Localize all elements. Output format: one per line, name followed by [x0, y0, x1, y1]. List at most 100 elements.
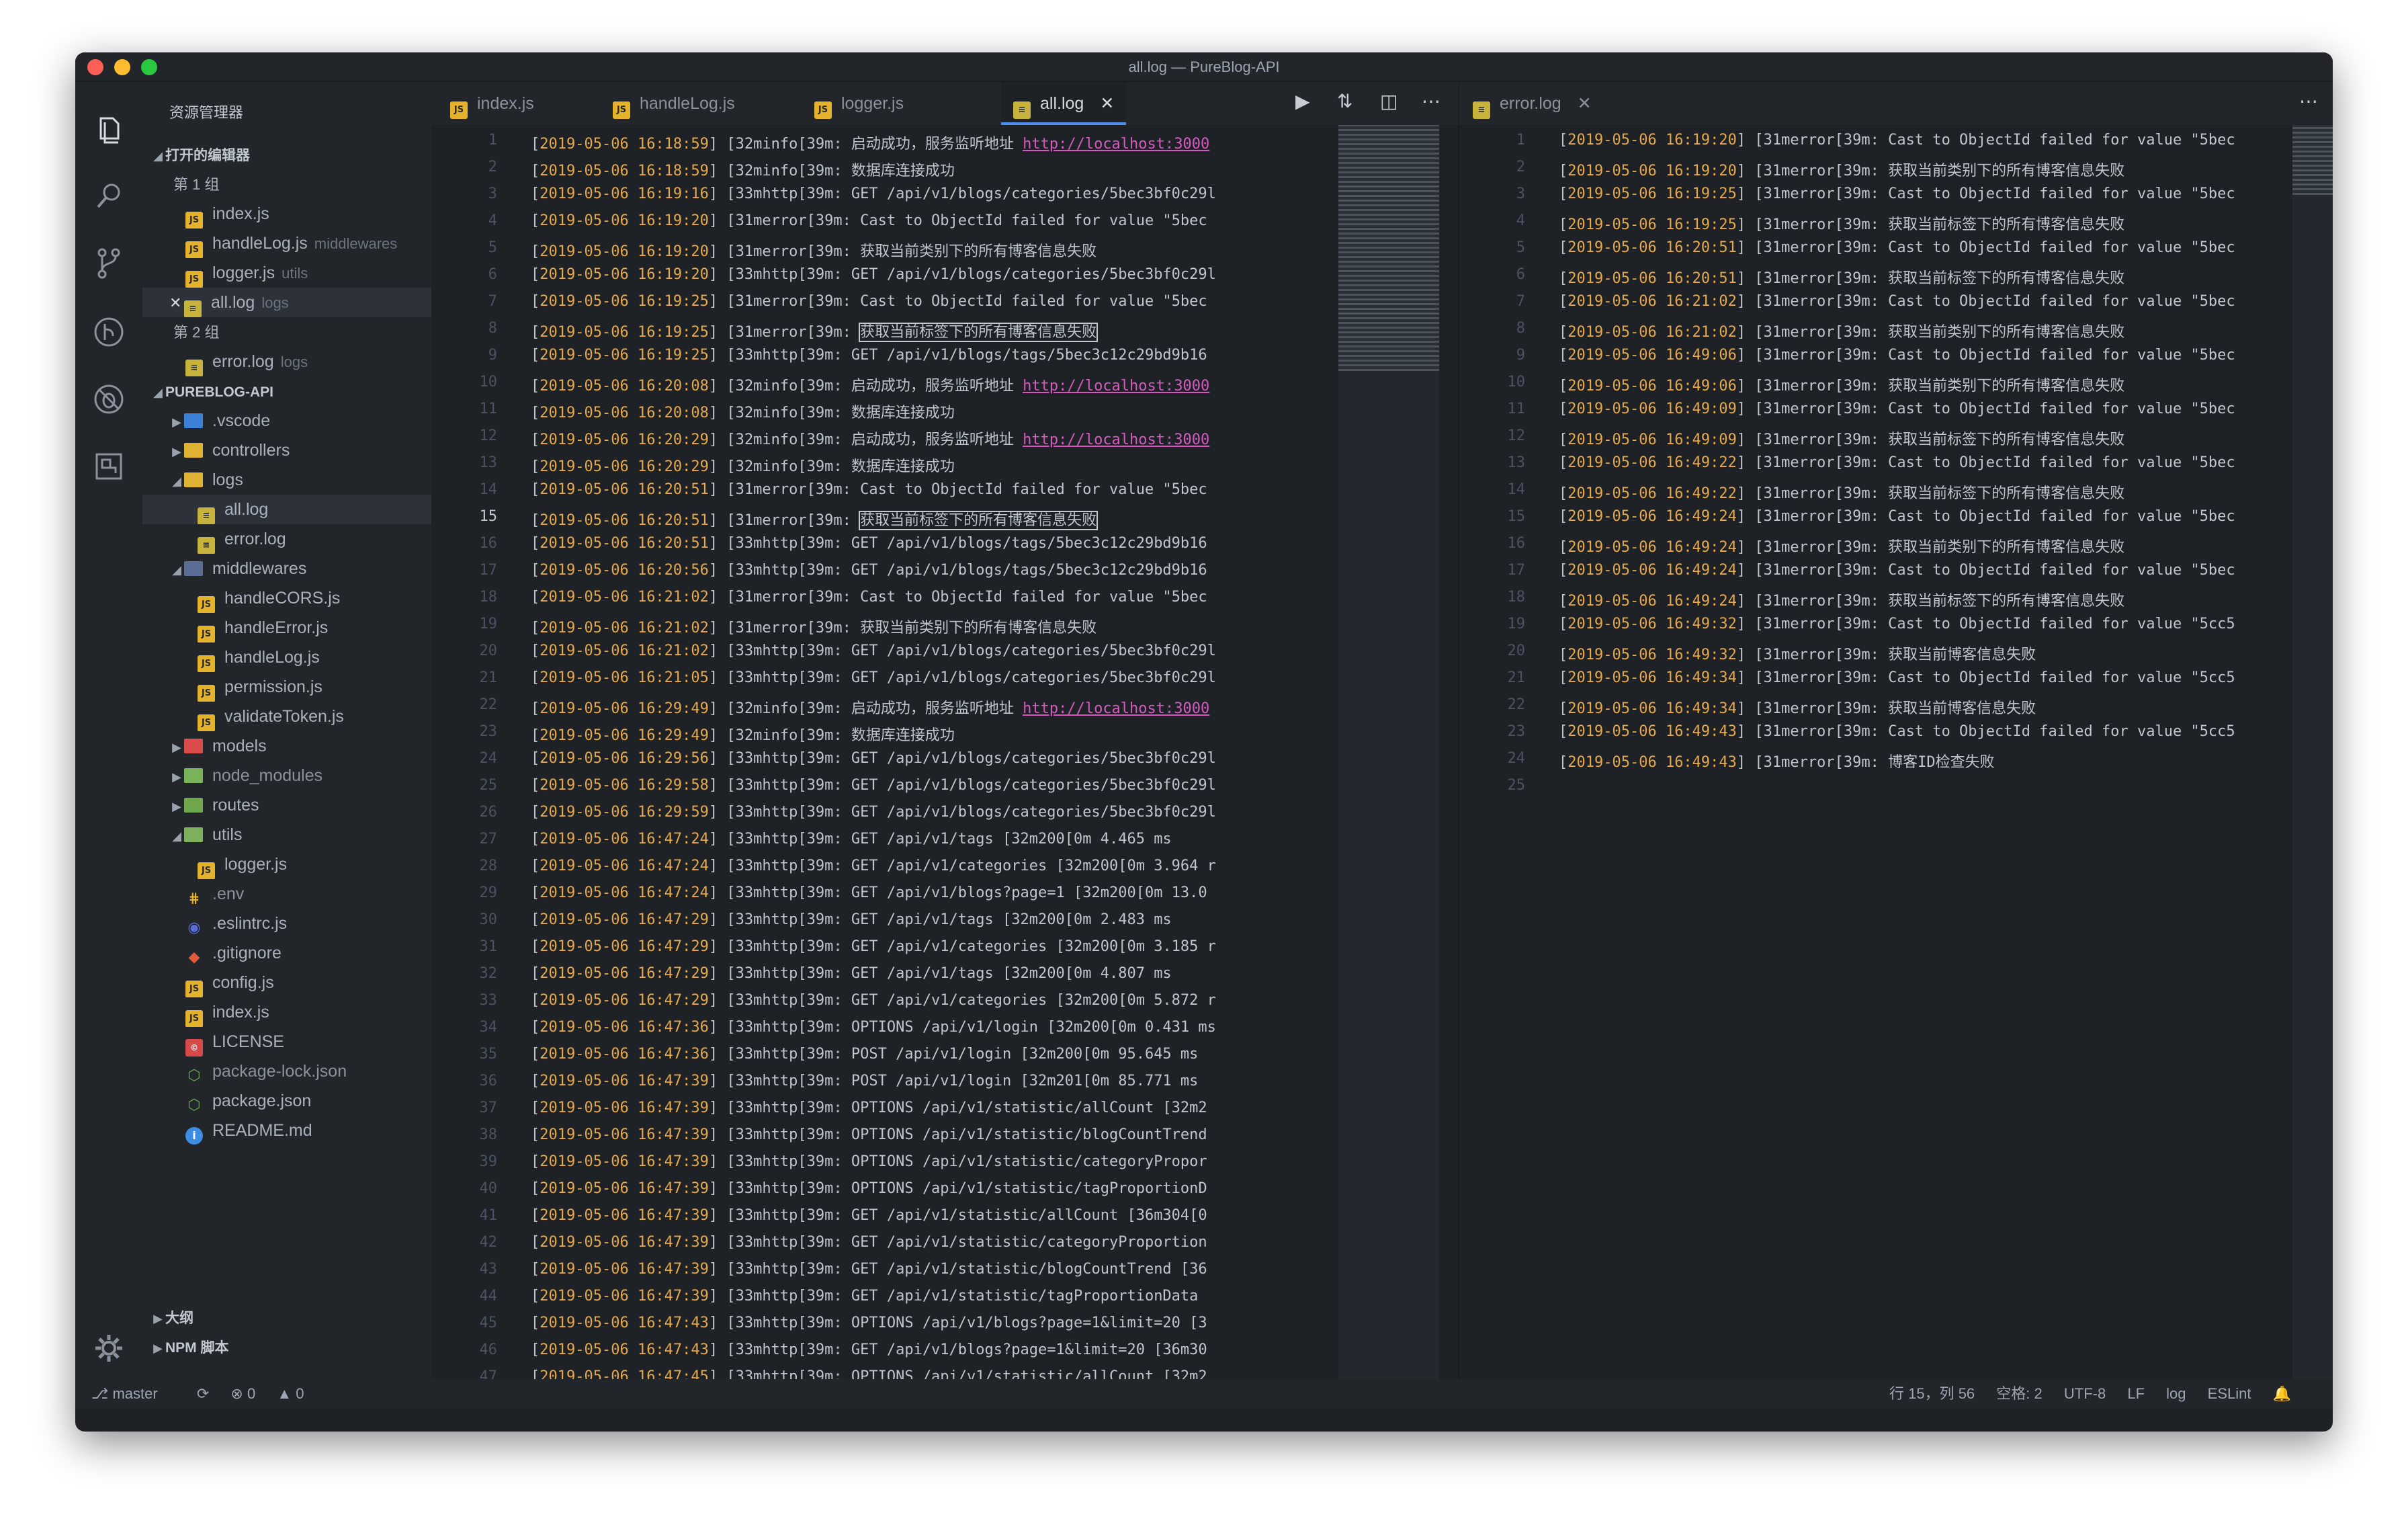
- search-icon[interactable]: [91, 179, 126, 214]
- open-editor-item[interactable]: JS handleLog.js middlewares: [142, 229, 431, 258]
- tree-file[interactable]: ◉ .eslintrc.js: [142, 909, 431, 938]
- tab-index-js[interactable]: JS index.js: [450, 82, 534, 125]
- bracket: [: [531, 512, 540, 529]
- tree-folder[interactable]: ▶ .vscode: [142, 406, 431, 436]
- tree-folder[interactable]: ▶ controllers: [142, 436, 431, 465]
- explorer-icon[interactable]: [91, 113, 126, 148]
- tree-file[interactable]: ⬡ package.json: [142, 1086, 431, 1116]
- line-number: 21: [479, 669, 498, 686]
- more-actions-icon[interactable]: ⋯: [2299, 90, 2318, 112]
- tree-file[interactable]: JS handleLog.js: [142, 643, 431, 672]
- log-url-link[interactable]: http://localhost:3000: [1023, 431, 1209, 448]
- tree-file[interactable]: © LICENSE: [142, 1027, 431, 1057]
- tree-file[interactable]: ⋕ .env: [142, 879, 431, 909]
- log-url-link[interactable]: http://localhost:3000: [1023, 136, 1209, 153]
- compare-icon[interactable]: ⇅: [1337, 90, 1352, 112]
- sync-icon[interactable]: ⟳: [197, 1385, 209, 1402]
- js-file-icon: JS: [185, 981, 203, 997]
- tree-file[interactable]: ⬡ package-lock.json: [142, 1057, 431, 1086]
- js-file-icon: JS: [185, 241, 203, 258]
- bracket: ]: [1736, 562, 1755, 579]
- log-message: [32minfo[39m: 数据库连接成功: [726, 458, 955, 475]
- tree-file-active[interactable]: ≡ all.log: [142, 495, 431, 524]
- run-icon[interactable]: ▶: [1295, 90, 1310, 112]
- tab-logger-js[interactable]: JS logger.js: [814, 82, 904, 125]
- eol[interactable]: LF: [2127, 1385, 2145, 1402]
- tree-file[interactable]: ◆ .gitignore: [142, 938, 431, 968]
- tree-file[interactable]: JS index.js: [142, 997, 431, 1027]
- tree-folder[interactable]: ▶ node_modules: [142, 761, 431, 790]
- tree-folder[interactable]: ◢ middlewares: [142, 554, 431, 583]
- indentation[interactable]: 空格: 2: [1996, 1385, 2042, 1402]
- tree-file[interactable]: JS permission.js: [142, 672, 431, 702]
- bracket: [: [531, 589, 540, 606]
- bracket: ]: [1736, 378, 1755, 395]
- tree-folder[interactable]: ▶ routes: [142, 790, 431, 820]
- language-mode[interactable]: log: [2166, 1385, 2186, 1402]
- close-icon[interactable]: ✕: [169, 288, 184, 317]
- open-editor-item-active[interactable]: ✕ ≡ all.log logs: [142, 288, 431, 317]
- log-message: [33mhttp[39m: GET /api/v1/statistic/cate…: [726, 1234, 1207, 1251]
- tab-handlelog-js[interactable]: JS handleLog.js: [613, 82, 735, 125]
- tab-error-log[interactable]: ≡ error.log ✕: [1473, 82, 1592, 125]
- git-graph-icon[interactable]: [91, 315, 126, 349]
- outline-header[interactable]: ▶ 大纲: [142, 1302, 431, 1332]
- tree-file[interactable]: ≡ error.log: [142, 524, 431, 554]
- tree-folder[interactable]: ▶ models: [142, 731, 431, 761]
- open-editor-item[interactable]: JS index.js: [142, 199, 431, 229]
- log-message: [31merror[39m: Cast to ObjectId failed f…: [726, 212, 1207, 229]
- encoding[interactable]: UTF-8: [2064, 1385, 2106, 1402]
- cursor-position[interactable]: 行 15，列 56: [1889, 1385, 1975, 1402]
- project-header[interactable]: ◢ PUREBLOG-API: [142, 376, 431, 406]
- branch-indicator[interactable]: ⎇ master: [91, 1385, 175, 1402]
- group-1-header[interactable]: 第 1 组: [142, 169, 431, 199]
- bell-icon[interactable]: 🔔: [2273, 1385, 2291, 1402]
- log-url-link[interactable]: http://localhost:3000: [1023, 700, 1209, 717]
- log-message: [31merror[39m: Cast to ObjectId failed f…: [1754, 347, 2235, 364]
- log-timestamp: 2019-05-06 16:49:24: [1567, 508, 1737, 525]
- bracket: [: [531, 1315, 540, 1331]
- log-message: [33mhttp[39m: GET /api/v1/statistic/tagP…: [726, 1288, 1199, 1305]
- minimap-right[interactable]: [2292, 125, 2333, 1379]
- group-2-header[interactable]: 第 2 组: [142, 317, 431, 347]
- log-line: [2019-05-06 16:20:29] [32minfo[39m: 数据库连…: [531, 454, 955, 476]
- log-message: [31merror[39m: Cast to ObjectId failed f…: [1754, 401, 2235, 417]
- tree-file[interactable]: JS logger.js: [142, 850, 431, 879]
- log-url-link[interactable]: http://localhost:3000: [1023, 378, 1209, 395]
- open-editor-item[interactable]: JS logger.js utils: [142, 258, 431, 288]
- tree-folder[interactable]: ◢ logs: [142, 465, 431, 495]
- log-line: [2019-05-06 16:47:29] [33mhttp[39m: GET …: [531, 992, 1216, 1009]
- tree-folder[interactable]: ◢ utils: [142, 820, 431, 850]
- line-number: 1: [1516, 132, 1525, 149]
- gear-icon[interactable]: [91, 1331, 126, 1366]
- extensions-icon[interactable]: [91, 449, 126, 484]
- debug-icon[interactable]: [91, 382, 126, 417]
- log-timestamp: 2019-05-06 16:49:34: [1567, 700, 1737, 717]
- tree-file[interactable]: JS handleCORS.js: [142, 583, 431, 613]
- close-icon[interactable]: ✕: [1578, 94, 1592, 113]
- close-icon[interactable]: ✕: [1100, 94, 1114, 113]
- open-editors-header[interactable]: ◢ 打开的编辑器: [142, 140, 431, 169]
- editor-error-log[interactable]: 1 [2019-05-06 16:19:20] [31merror[39m: Ca…: [1459, 125, 2292, 1379]
- bracket: [: [531, 1234, 540, 1251]
- log-line: [2019-05-06 16:20:51] [33mhttp[39m: GET …: [531, 535, 1207, 552]
- editor-all-log[interactable]: 1 [2019-05-06 16:18:59] [32minfo[39m: 启动成…: [431, 125, 1338, 1379]
- source-control-icon[interactable]: [91, 246, 126, 281]
- open-editor-item[interactable]: ≡ error.log logs: [142, 347, 431, 376]
- log-message: [31merror[39m: 获取当前类别下的所有博客信息失败: [1754, 163, 2125, 179]
- npm-scripts-header[interactable]: ▶ NPM 脚本: [142, 1332, 431, 1362]
- tree-file[interactable]: JS validateToken.js: [142, 702, 431, 731]
- line-number: 19: [479, 616, 498, 632]
- bracket: [: [531, 481, 540, 498]
- minimap-left[interactable]: [1338, 125, 1439, 1379]
- bracket: [: [531, 1046, 540, 1063]
- tree-file[interactable]: JS config.js: [142, 968, 431, 997]
- eslint-status[interactable]: ESLint: [2208, 1385, 2251, 1402]
- problems-indicator[interactable]: ⊗ 0 ▲ 0: [230, 1385, 321, 1402]
- tab-all-log[interactable]: ≡ all.log ✕: [1001, 82, 1127, 125]
- tree-file[interactable]: JS handleError.js: [142, 613, 431, 643]
- more-actions-icon[interactable]: ⋯: [1422, 90, 1440, 112]
- split-editor-icon[interactable]: ◫: [1380, 90, 1398, 112]
- log-timestamp: 2019-05-06 16:20:29: [540, 458, 709, 475]
- tree-file[interactable]: i README.md: [142, 1116, 431, 1145]
